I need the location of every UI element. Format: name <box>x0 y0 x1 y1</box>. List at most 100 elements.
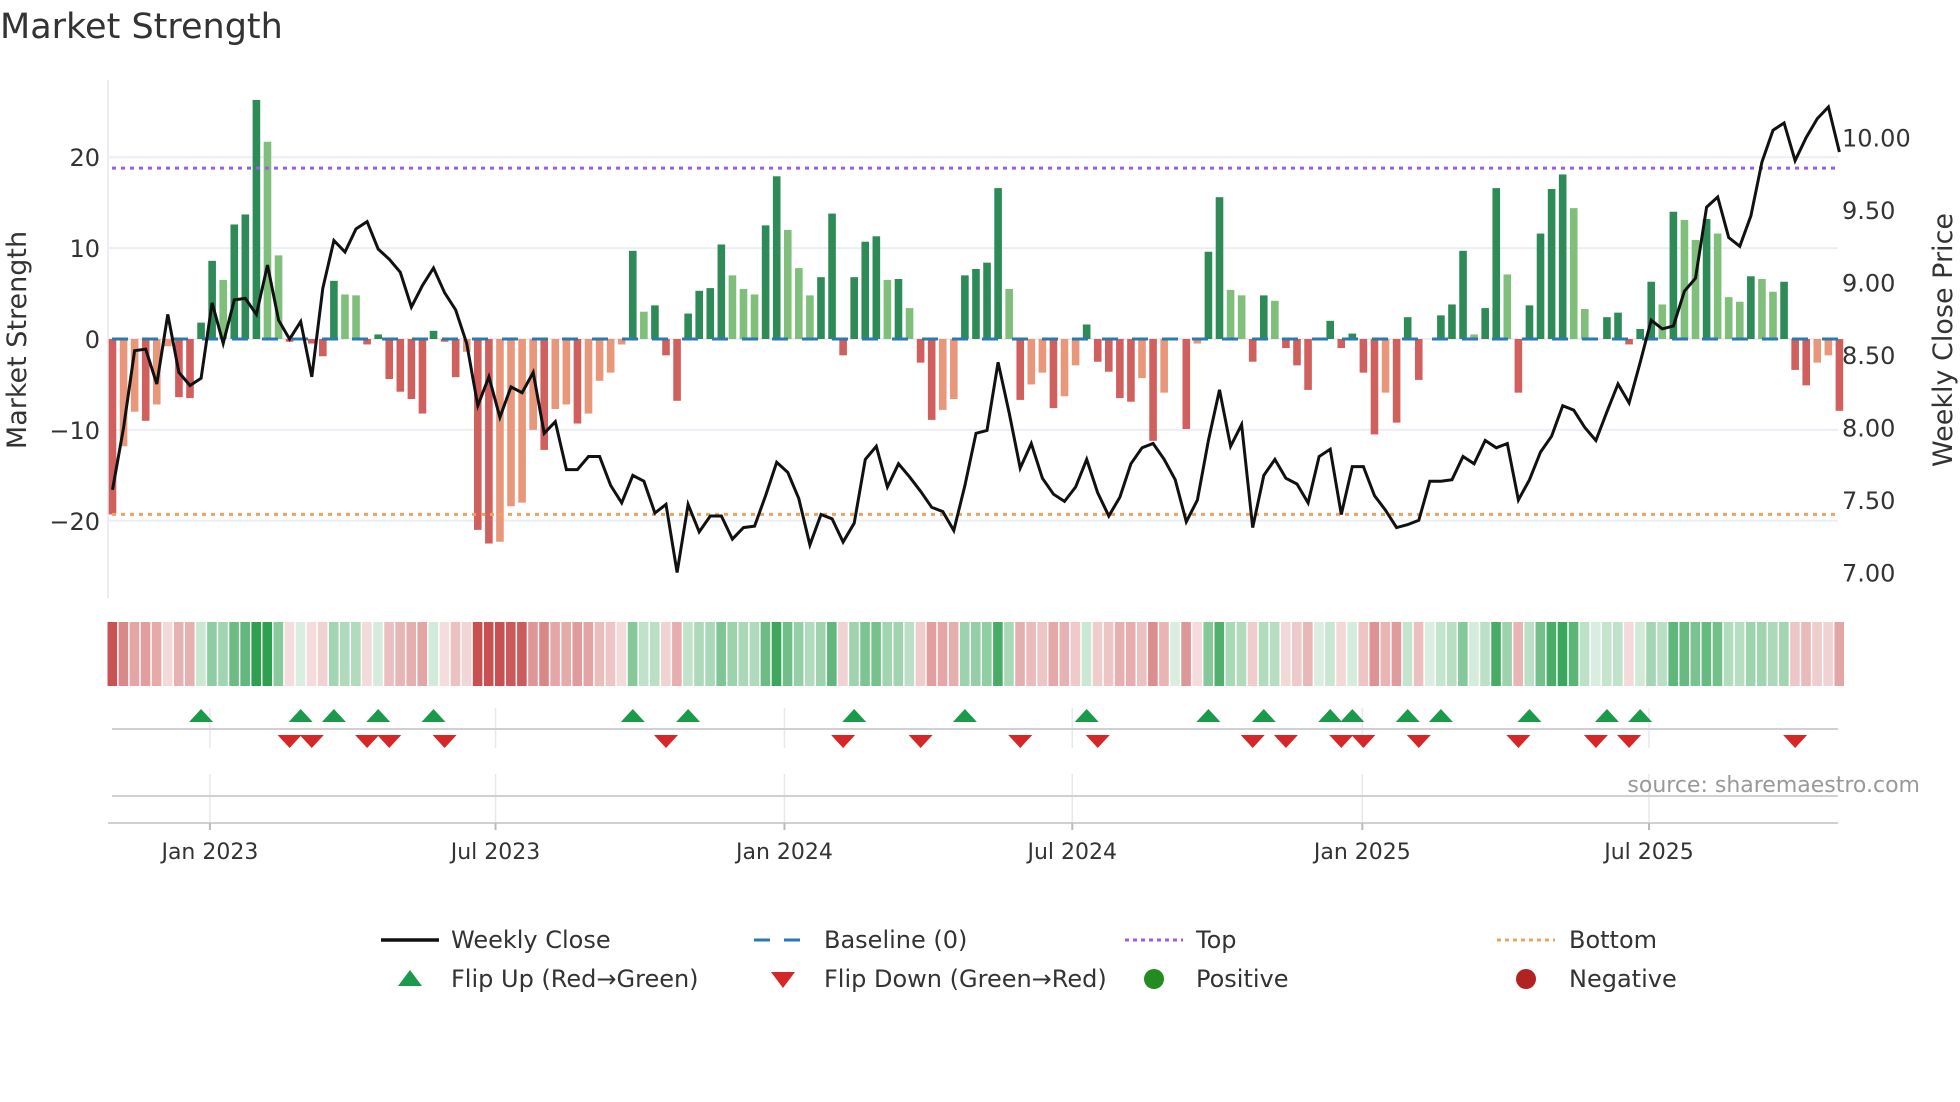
strength-bar <box>772 176 781 339</box>
flip-down-marker <box>1351 735 1376 748</box>
heatmap-cell <box>815 622 826 686</box>
strength-bar <box>474 339 482 530</box>
x-tick-label: Jul 2023 <box>449 840 541 865</box>
x-tick-label: Jul 2024 <box>1026 840 1118 865</box>
y2-tick-label: 10.00 <box>1842 125 1911 153</box>
strength-bar <box>1713 233 1722 339</box>
flip-up-marker <box>421 709 446 722</box>
strength-bar <box>263 141 272 339</box>
strength-bar <box>905 308 914 339</box>
heatmap-cell <box>461 622 472 686</box>
heatmap-cell <box>1624 622 1634 686</box>
heatmap-cell <box>1159 622 1169 686</box>
strength-bar <box>783 229 792 339</box>
heatmap-cell <box>1325 622 1335 686</box>
strength-bar <box>739 289 748 339</box>
heatmap-cell <box>1568 622 1579 686</box>
x-tick-label: Jul 2025 <box>1602 840 1694 865</box>
strength-bar <box>1835 339 1844 411</box>
strength-bar <box>983 262 991 339</box>
heatmap-cell <box>572 622 583 686</box>
strength-bar <box>186 339 194 399</box>
heatmap-cell <box>1524 622 1535 686</box>
heatmap-cell <box>583 622 594 686</box>
strength-bar <box>551 339 560 409</box>
heatmap-cell <box>982 622 992 686</box>
strength-bar <box>385 339 394 379</box>
heatmap-cell <box>229 622 239 686</box>
heatmap-cell <box>1790 622 1800 686</box>
heatmap-cell <box>937 622 948 686</box>
flip-down-marker <box>1406 735 1431 748</box>
heatmap-cell <box>1834 622 1845 686</box>
negative-legend-icon <box>1516 969 1536 989</box>
heatmap-cell <box>638 622 649 686</box>
heatmap-cell <box>1480 622 1490 686</box>
heatmap-cell <box>771 622 782 686</box>
strength-bar <box>230 224 239 339</box>
y2-tick-label: 9.00 <box>1842 270 1895 298</box>
strength-bar <box>1127 339 1135 402</box>
heatmap-cell <box>1170 622 1180 686</box>
strength-bar <box>872 236 881 339</box>
strength-bar <box>950 339 958 399</box>
heatmap-cell <box>1314 622 1324 686</box>
strength-bar <box>1381 339 1390 393</box>
y-tick-label: 20 <box>69 144 100 172</box>
strength-bar <box>1248 339 1257 362</box>
heatmap-cell <box>904 622 915 686</box>
heatmap-cell <box>1347 622 1357 686</box>
heatmap-cell <box>804 622 815 686</box>
heatmap-cell <box>1225 622 1236 686</box>
strength-bar <box>396 339 405 392</box>
heatmap-cell <box>760 622 771 686</box>
heatmap-cell <box>793 622 804 686</box>
heatmap-cell <box>439 622 450 686</box>
heatmap-cell <box>1380 622 1391 686</box>
strength-bar <box>795 268 803 339</box>
strength-bar <box>606 339 615 373</box>
strength-bar <box>1016 339 1025 400</box>
heatmap-cell <box>926 622 937 686</box>
strength-bar <box>1735 301 1744 339</box>
heatmap-cell <box>1458 622 1468 686</box>
heatmap-cell <box>1103 622 1114 686</box>
strength-bar <box>839 339 847 356</box>
heatmap-cell <box>240 622 250 686</box>
strength-bar <box>1027 339 1036 385</box>
strength-bar <box>806 295 814 339</box>
heatmap-cell <box>871 622 881 686</box>
heatmap-cell <box>1513 622 1523 686</box>
strength-bar <box>1403 317 1412 339</box>
heatmap-cell <box>1048 622 1059 686</box>
strength-bar <box>706 288 715 339</box>
heatmap-cell <box>483 622 494 686</box>
flip-down-marker <box>1273 735 1298 748</box>
heatmap-cell <box>594 622 605 686</box>
strength-bar <box>1514 339 1523 393</box>
strength-bars <box>108 99 1844 544</box>
strength-bar <box>1747 276 1755 339</box>
strength-bar <box>1769 291 1777 339</box>
strength-bar <box>584 339 593 414</box>
heatmap-cell <box>1181 622 1191 686</box>
strength-bar <box>1370 339 1379 435</box>
strength-bar <box>1271 300 1279 339</box>
heatmap-cell <box>406 622 416 686</box>
strength-bar <box>1503 274 1512 339</box>
strength-bar <box>1603 317 1611 339</box>
heatmap-cell <box>428 622 439 686</box>
y-axis-ticks: 20 10 0 −10 −20 <box>49 144 100 536</box>
heatmap-cell <box>1779 622 1789 686</box>
strength-bar <box>1702 219 1711 339</box>
strength-bar <box>894 279 903 339</box>
strength-bar <box>197 322 205 339</box>
strength-bar <box>1237 295 1246 339</box>
strength-bar <box>1392 339 1401 423</box>
flip-down-marker <box>908 735 933 748</box>
y-tick-label: −10 <box>49 417 100 445</box>
flip-up-marker <box>676 709 701 722</box>
y2-tick-label: 9.50 <box>1842 197 1895 225</box>
flip-down-marker <box>1329 735 1354 748</box>
strength-bar <box>1005 289 1013 339</box>
